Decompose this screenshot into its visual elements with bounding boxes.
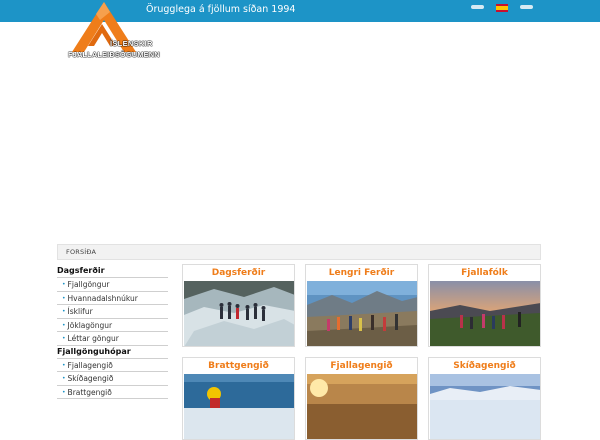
card-dagsferdir[interactable]: Dagsferðir (182, 264, 295, 347)
card-photo-sunrise[interactable] (307, 374, 417, 439)
sidebar-item-fjallgongur[interactable]: Fjallgöngur (57, 278, 168, 292)
card-title[interactable]: Brattgengið (183, 361, 294, 371)
card-title[interactable]: Skíðagengið (429, 361, 540, 371)
site-logo[interactable]: ÍSLENSKIR FJALLALEIÐSÖGUMENN (64, 0, 164, 64)
card-photo-sunset-group[interactable] (430, 281, 540, 346)
sidebar-nav: Dagsferðir Fjallgöngur Hvannadalshnúkur … (57, 265, 168, 399)
sidebar-item-fjallagengid[interactable]: Fjallagengið (57, 359, 168, 372)
logo-line-1: ÍSLENSKIR (110, 39, 153, 48)
card-lengri-ferdir[interactable]: Lengri Ferðir (305, 264, 418, 347)
card-title[interactable]: Dagsferðir (183, 268, 294, 278)
card-photo-climber[interactable] (184, 374, 294, 439)
sidebar-item-joklagongur[interactable]: Jöklagöngur (57, 319, 168, 332)
logo-line-2: FJALLALEIÐSÖGUMENN (68, 50, 160, 59)
card-brattgengid[interactable]: Brattgengið (182, 357, 295, 440)
card-photo-glacier-hikers[interactable] (184, 281, 294, 346)
sidebar-heading-dagsferdir[interactable]: Dagsferðir (57, 265, 168, 278)
sidebar-item-hvannadalshnukur[interactable]: Hvannadalshnúkur (57, 292, 168, 305)
card-photo-group-in-valley[interactable] (307, 281, 417, 346)
sidebar-heading-fjallgonguhopar[interactable]: Fjallgönguhópar (57, 346, 168, 359)
card-fjallagengid[interactable]: Fjallagengið (305, 357, 418, 440)
sidebar-item-isklifur[interactable]: Ísklifur (57, 305, 168, 319)
breadcrumb-home-link[interactable]: FORSÍÐA (66, 248, 96, 256)
card-title[interactable]: Fjallafólk (429, 268, 540, 278)
card-skidagengid[interactable]: Skíðagengið (428, 357, 541, 440)
language-link-2[interactable] (520, 5, 533, 9)
card-photo-snowy-mountains[interactable] (430, 374, 540, 439)
card-fjallafolk[interactable]: Fjallafólk (428, 264, 541, 347)
sidebar-item-skidagengid[interactable]: Skíðagengið (57, 372, 168, 386)
tagline: Örugglega á fjöllum síðan 1994 (146, 4, 296, 15)
card-title[interactable]: Fjallagengið (306, 361, 417, 371)
language-link-1[interactable] (471, 5, 484, 9)
sidebar-item-brattgengid[interactable]: Brattgengið (57, 386, 168, 399)
sidebar-item-lettar-gongur[interactable]: Léttar göngur (57, 332, 168, 346)
card-title[interactable]: Lengri Ferðir (306, 268, 417, 278)
breadcrumb: FORSÍÐA (57, 244, 541, 260)
spanish-flag-icon[interactable] (496, 4, 508, 12)
